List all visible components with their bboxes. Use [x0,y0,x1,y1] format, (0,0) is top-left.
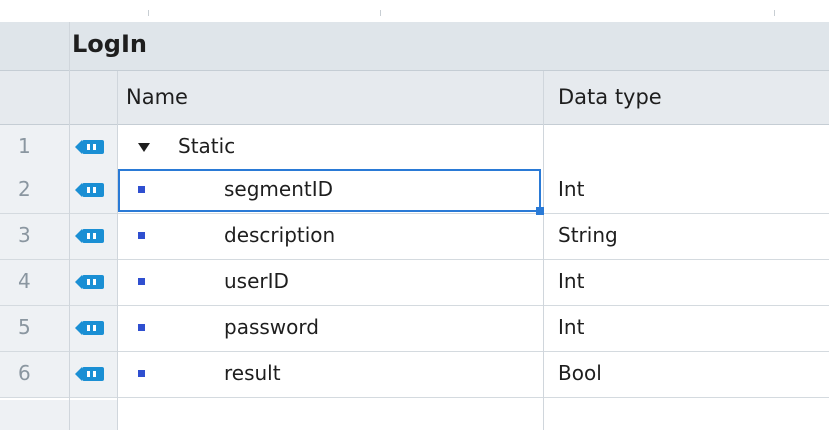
row-data-type[interactable]: Int [558,315,584,339]
static-port-icon [75,321,104,335]
static-port-icon [75,367,104,381]
row-icon-cell [70,400,117,430]
table-row[interactable]: 4 userID Int [0,260,829,306]
table-row[interactable]: 3 description String [0,214,829,260]
table-row[interactable]: 5 password Int [0,306,829,352]
row-data-type[interactable]: String [558,223,618,247]
row-number: 1 [18,134,31,158]
row-number-cell: 1 [0,125,69,170]
row-number-cell [0,400,69,430]
add-new-row[interactable] [0,400,829,430]
row-number-cell: 6 [0,352,69,397]
row-number: 5 [18,315,31,339]
static-port-icon [75,183,104,197]
table-row[interactable]: 6 result Bool [0,352,829,398]
row-number-cell: 2 [0,168,69,213]
ruler-tick [380,10,381,16]
row-number: 3 [18,223,31,247]
static-port-icon [75,140,104,154]
row-number-cell: 4 [0,260,69,305]
column-divider [117,71,118,430]
variable-bullet-icon [138,370,145,377]
expand-triangle-icon[interactable] [138,143,150,152]
row-number: 4 [18,269,31,293]
static-port-icon [75,229,104,243]
column-header-row: Name Data type [0,71,829,125]
row-number: 2 [18,177,31,201]
variable-bullet-icon [138,186,145,193]
variable-bullet-icon [138,324,145,331]
row-name[interactable]: password [224,315,319,339]
row-name[interactable]: description [224,223,335,247]
row-data-type[interactable]: Int [558,269,584,293]
row-number: 6 [18,361,31,385]
row-number-cell: 5 [0,306,69,351]
row-name[interactable]: segmentID [224,177,333,201]
column-divider[interactable] [543,71,544,430]
row-name[interactable]: Static [178,134,235,158]
block-title: LogIn [72,30,147,58]
table-row[interactable]: 2 segmentID Int [0,168,829,372]
ruler-tick [148,10,149,16]
column-divider [69,22,70,430]
row-data-type[interactable]: Int [558,177,584,201]
variable-bullet-icon [138,232,145,239]
static-port-icon [75,275,104,289]
top-ruler [0,0,829,22]
row-name[interactable]: result [224,361,281,385]
column-header-data-type[interactable]: Data type [558,85,662,109]
row-name[interactable]: userID [224,269,289,293]
table-row[interactable]: 1 Static [0,125,829,171]
column-header-name[interactable]: Name [126,85,188,109]
fill-handle[interactable] [536,207,544,215]
data-block-editor: LogIn Name Data type 1 Static 2 segmentI… [0,0,829,430]
variable-bullet-icon [138,278,145,285]
block-title-row: LogIn [0,22,829,71]
ruler-tick [774,10,775,16]
row-data-type[interactable]: Bool [558,361,602,385]
row-number-cell: 3 [0,214,69,259]
